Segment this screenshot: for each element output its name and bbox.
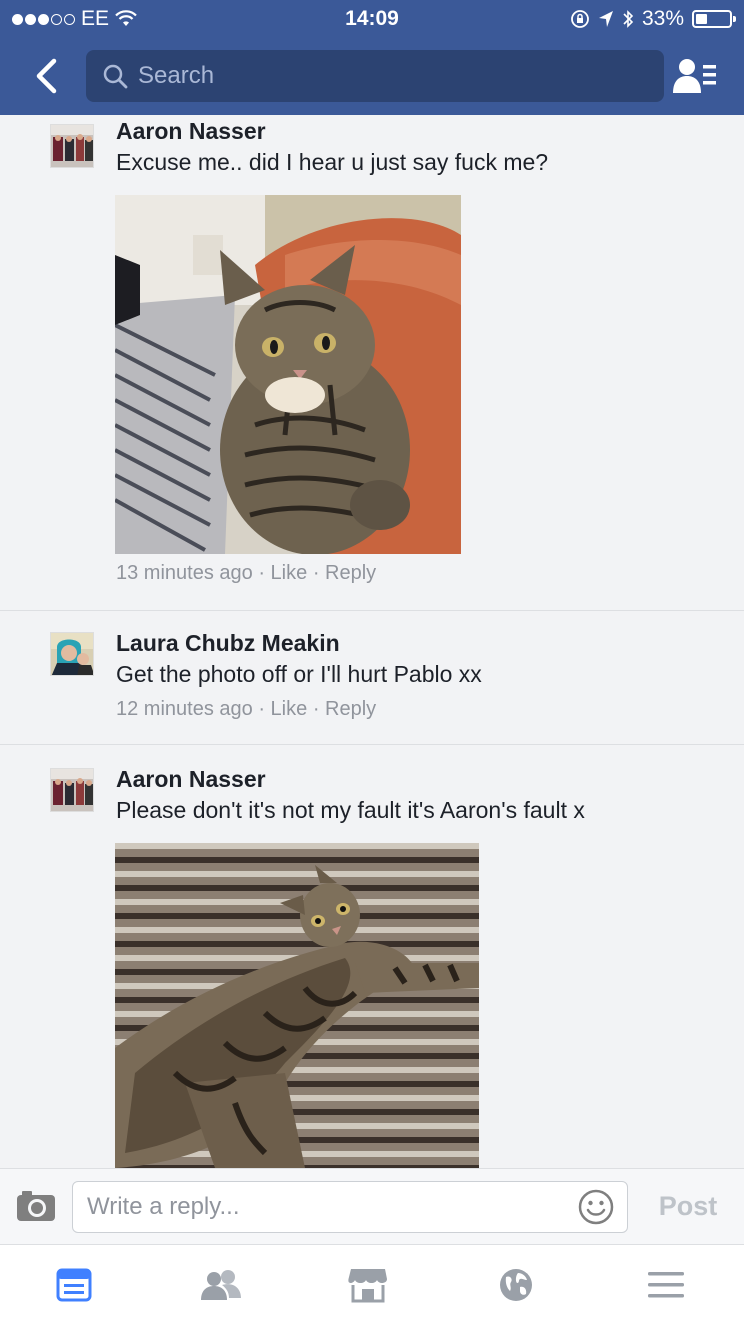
menu-icon [648,1272,684,1298]
friends-icon [201,1270,241,1300]
carrier-info: EE [12,7,137,31]
tab-notifications[interactable] [492,1265,540,1305]
comment-text: Get the photo off or I'll hurt Pablo xx [116,661,482,687]
camera-icon [17,1191,55,1221]
comment-meta: 13 minutes ago · Like · Reply [116,562,377,584]
battery-percent: 33% [641,7,684,30]
bluetooth-icon [623,10,634,28]
battery-icon [692,10,736,28]
wifi-icon [115,10,137,26]
carrier-name: EE [81,7,110,30]
comment-divider [0,610,744,611]
smiley-icon [578,1189,614,1225]
comment-author[interactable]: Laura Chubz Meakin [116,630,340,657]
comment-timestamp: 13 minutes ago [116,562,253,584]
comment-author[interactable]: Aaron Nasser [116,766,266,793]
like-link[interactable]: Like [271,562,308,584]
search-input[interactable]: Search [86,50,664,102]
back-button[interactable] [26,56,66,96]
comment-divider [0,744,744,745]
tab-marketplace[interactable] [344,1265,392,1305]
post-button[interactable]: Post [648,1191,728,1222]
avatar[interactable] [50,124,94,168]
comment-author[interactable]: Aaron Nasser [116,118,266,145]
comment-photo-cat-on-rug[interactable] [115,843,479,1168]
marketplace-icon [348,1269,387,1303]
location-arrow-icon [598,11,613,27]
like-link[interactable]: Like [271,698,308,720]
camera-button[interactable] [16,1189,56,1225]
reply-link[interactable]: Reply [325,698,376,720]
orientation-lock-icon [571,10,589,28]
friend-list-icon [673,59,716,93]
tab-news-feed[interactable] [50,1265,98,1305]
avatar[interactable] [50,632,94,676]
emoji-button[interactable] [578,1189,614,1225]
reply-composer: Post [0,1168,744,1244]
news-feed-icon [56,1268,92,1302]
comment-text: Please don't it's not my fault it's Aaro… [116,797,585,823]
reply-input[interactable] [72,1181,628,1233]
reply-link[interactable]: Reply [325,562,376,584]
notifications-globe-icon [500,1269,532,1301]
search-icon [103,64,128,89]
status-right: 33% [570,7,736,31]
avatar[interactable] [50,768,94,812]
search-placeholder: Search [138,62,215,89]
comment-text: Excuse me.. did I hear u just say fuck m… [116,149,549,175]
comment-meta: 12 minutes ago · Like · Reply [116,698,377,720]
signal-strength-icon [12,13,75,25]
top-header: EE 14:09 33% Search [0,0,744,115]
chevron-left-icon [36,58,57,94]
comment-timestamp: 12 minutes ago [116,698,253,720]
comment-photo-cat-on-couch[interactable] [115,195,461,554]
tab-menu[interactable] [642,1265,690,1305]
status-bar: EE 14:09 33% [0,0,744,38]
tab-friends[interactable] [197,1265,245,1305]
bottom-tab-bar [0,1244,744,1322]
friends-list-button[interactable] [670,54,720,98]
